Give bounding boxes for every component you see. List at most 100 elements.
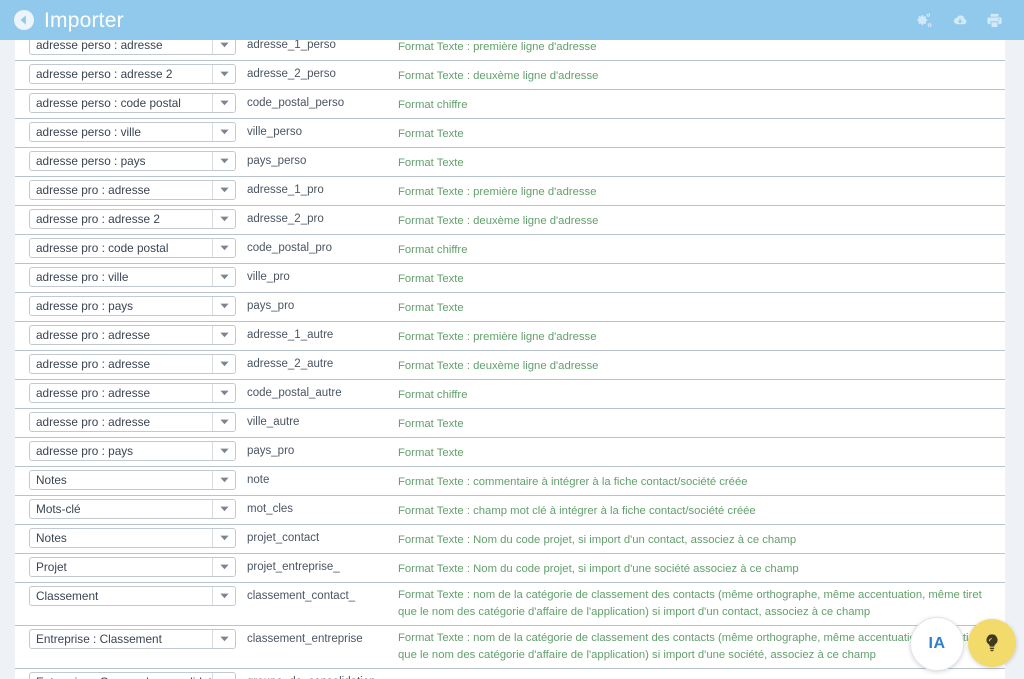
chevron-down-icon[interactable]	[212, 413, 235, 431]
field-mapping-select[interactable]: adresse pro : adresse 2	[29, 209, 236, 229]
lightbulb-icon	[986, 634, 998, 652]
mapping-select-cell: Projet	[15, 554, 243, 580]
chevron-down-icon[interactable]	[212, 152, 235, 170]
table-row: adresse pro : pays pays_pro Format Texte	[15, 293, 1005, 322]
help-tip-button[interactable]	[968, 619, 1016, 667]
print-icon[interactable]	[985, 11, 1004, 30]
chevron-down-icon[interactable]	[212, 210, 235, 228]
field-mapping-select[interactable]: Notes	[29, 470, 236, 490]
source-column-name: ville_autre	[247, 416, 300, 428]
field-mapping-select[interactable]: adresse pro : adresse	[29, 180, 236, 200]
chevron-down-icon[interactable]	[212, 500, 235, 518]
field-mapping-select-value: Mots-clé	[36, 502, 81, 516]
format-description: Format Texte	[398, 128, 464, 140]
mapping-select-cell: adresse perso : adresse 2	[15, 61, 243, 87]
chevron-down-icon[interactable]	[212, 587, 235, 605]
field-mapping-select-value: adresse pro : pays	[36, 299, 134, 313]
field-mapping-select[interactable]: adresse pro : code postal	[29, 238, 236, 258]
field-mapping-select[interactable]: adresse pro : adresse	[29, 325, 236, 345]
back-arrow-icon	[14, 10, 34, 30]
field-mapping-select[interactable]: Classement	[29, 586, 236, 606]
field-mapping-select[interactable]: adresse perso : code postal	[29, 93, 236, 113]
source-column-name: ville_perso	[247, 126, 302, 138]
field-mapping-select[interactable]: adresse perso : adresse 2	[29, 64, 236, 84]
source-column-name: projet_entreprise_	[247, 561, 340, 573]
table-row: Classement classement_contact_ Format Text…	[15, 583, 1005, 626]
source-column-name: adresse_2_perso	[247, 68, 336, 80]
chevron-down-icon[interactable]	[212, 65, 235, 83]
back-button[interactable]	[14, 10, 34, 30]
chevron-down-icon[interactable]	[212, 529, 235, 547]
chevron-down-icon[interactable]	[212, 355, 235, 373]
source-column-name: adresse_2_pro	[247, 213, 324, 225]
mapping-table: adresse perso : adresse adresse_1_perso Fo…	[15, 40, 1005, 679]
format-description: Format Texte	[398, 157, 464, 169]
chevron-down-icon[interactable]	[212, 630, 235, 648]
source-column-name: adresse_2_autre	[247, 358, 334, 370]
chevron-down-icon[interactable]	[212, 471, 235, 489]
format-description: Format Texte : champ mot clé à intégrer …	[398, 505, 756, 517]
field-mapping-select[interactable]: adresse pro : adresse	[29, 383, 236, 403]
source-column-name: adresse_1_pro	[247, 184, 324, 196]
field-mapping-select[interactable]: Mots-clé	[29, 499, 236, 519]
chevron-down-icon[interactable]	[212, 94, 235, 112]
field-mapping-select[interactable]: Notes	[29, 528, 236, 548]
chevron-down-icon[interactable]	[212, 239, 235, 257]
mapping-select-cell: adresse pro : adresse	[15, 380, 243, 406]
field-mapping-select-value: adresse pro : ville	[36, 270, 129, 284]
field-mapping-select[interactable]: adresse pro : pays	[29, 296, 236, 316]
ia-assistant-button[interactable]: IA	[910, 617, 964, 671]
field-mapping-select[interactable]: adresse perso : pays	[29, 151, 236, 171]
cloud-download-icon[interactable]	[950, 11, 969, 30]
format-description: Format Texte : commentaire à intégrer à …	[398, 476, 748, 488]
format-description: Format chiffre	[398, 389, 468, 401]
field-mapping-select-value: adresse pro : adresse	[36, 415, 151, 429]
chevron-down-icon[interactable]	[212, 326, 235, 344]
field-mapping-select[interactable]: adresse pro : pays	[29, 441, 236, 461]
format-description: Format Texte	[398, 302, 464, 314]
table-row: adresse pro : adresse ville_autre Format T…	[15, 409, 1005, 438]
table-row: adresse pro : adresse code_postal_autre Fo…	[15, 380, 1005, 409]
mapping-select-cell: adresse pro : ville	[15, 264, 243, 290]
mapping-select-cell: Entreprise : Classement	[15, 626, 243, 652]
chevron-down-icon[interactable]	[212, 558, 235, 576]
source-column-name: note	[247, 474, 270, 486]
field-mapping-select[interactable]: adresse pro : adresse	[29, 354, 236, 374]
mapping-select-cell: adresse pro : adresse	[15, 351, 243, 377]
field-mapping-select[interactable]: adresse perso : ville	[29, 122, 236, 142]
chevron-down-icon[interactable]	[212, 442, 235, 460]
field-mapping-select-value: Entreprise : Classement	[36, 632, 162, 646]
field-mapping-select[interactable]: adresse pro : adresse	[29, 412, 236, 432]
chevron-down-icon[interactable]	[212, 123, 235, 141]
mapping-select-cell: adresse pro : pays	[15, 438, 243, 464]
chevron-down-icon[interactable]	[212, 297, 235, 315]
mapping-select-cell: Mots-clé	[15, 496, 243, 522]
chevron-down-icon[interactable]	[212, 181, 235, 199]
mapping-select-cell: adresse pro : adresse	[15, 177, 243, 203]
import-mapping-sheet: adresse perso : adresse adresse_1_perso Fo…	[15, 40, 1005, 679]
field-mapping-select[interactable]: Entreprise : Classement	[29, 629, 236, 649]
field-mapping-select[interactable]: Projet	[29, 557, 236, 577]
field-mapping-select-value: Projet	[36, 560, 67, 574]
chevron-down-icon[interactable]	[212, 673, 235, 679]
field-mapping-select[interactable]: Entreprise : Groupe de consolidation	[29, 672, 236, 679]
source-column-name: mot_cles	[247, 503, 294, 515]
source-column-name: pays_pro	[247, 445, 295, 457]
source-column-name: groupe_de_consolidation	[243, 669, 398, 679]
field-mapping-select-value: adresse pro : adresse	[36, 357, 151, 371]
field-mapping-select-value: adresse pro : adresse	[36, 386, 151, 400]
format-description: Format Texte : nom de la société mère du…	[398, 669, 1005, 679]
chevron-down-icon[interactable]	[212, 384, 235, 402]
mapping-select-cell: adresse pro : adresse	[15, 322, 243, 348]
format-description: Format Texte : deuxème ligne d'adresse	[398, 360, 599, 372]
settings-gears-icon[interactable]	[915, 11, 934, 30]
mapping-select-cell: Notes	[15, 467, 243, 493]
chevron-down-icon[interactable]	[212, 268, 235, 286]
mapping-select-cell: Classement	[15, 583, 243, 609]
format-description: Format Texte : Nom du code projet, si im…	[398, 563, 799, 575]
field-mapping-select[interactable]: adresse pro : ville	[29, 267, 236, 287]
format-description: Format Texte : première ligne d'adresse	[398, 331, 597, 343]
field-mapping-select[interactable]: adresse perso : adresse	[29, 40, 236, 55]
chevron-down-icon[interactable]	[212, 40, 235, 54]
table-row: adresse perso : adresse 2 adresse_2_perso…	[15, 61, 1005, 90]
